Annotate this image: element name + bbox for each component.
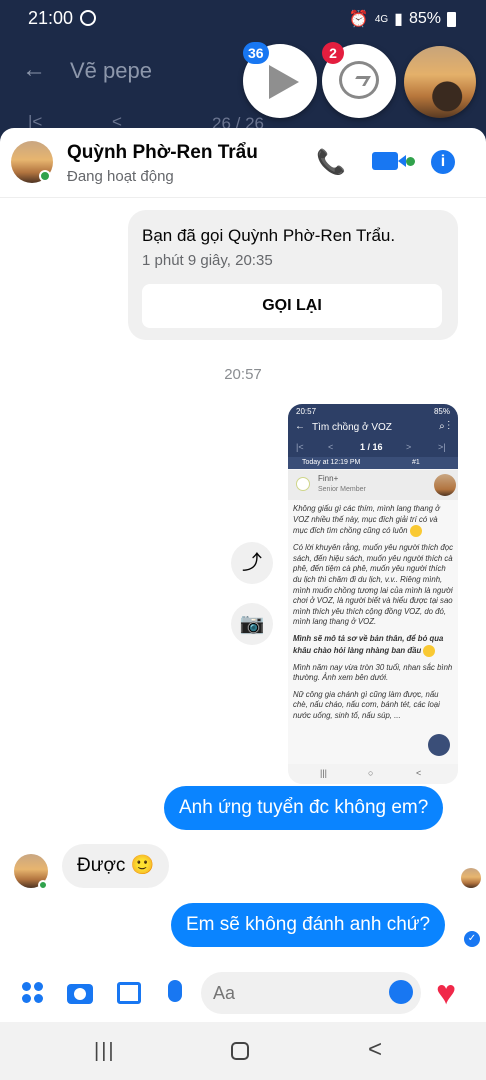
screenshot-user-photo	[434, 474, 456, 496]
call-back-button[interactable]: GỌI LẠI	[142, 284, 442, 328]
screenshot-back-icon: ←	[295, 421, 305, 432]
screenshot-toolbar-icons: ⌕ ⋮	[439, 421, 450, 432]
contact-name[interactable]: Quỳnh Phờ-Ren Trẩu	[67, 142, 258, 164]
blush-emoji-icon	[409, 525, 422, 538]
online-indicator	[39, 170, 51, 182]
battery-label: 85%	[408, 10, 441, 27]
alarm-icon: ⏰	[348, 11, 369, 28]
chat-window: Quỳnh Phờ-Ren Trẩu Đang hoạt động 📞 i Bạ…	[0, 128, 486, 1028]
message-composer: ♥	[0, 966, 486, 1028]
network-label: 4G	[374, 13, 389, 25]
messenger-notification-icon	[80, 10, 96, 26]
message-bubble-out[interactable]: Anh ứng tuyển đc không em?	[164, 786, 444, 830]
phone-icon[interactable]: 📞	[316, 148, 346, 177]
chat-header: Quỳnh Phờ-Ren Trẩu Đang hoạt động 📞 i	[0, 128, 486, 198]
background-title: Vẽ pepe	[70, 58, 152, 83]
heart-icon[interactable]: ♥	[436, 974, 456, 1012]
video-badge: 36	[243, 42, 269, 64]
delivered-check-icon: ✓	[464, 931, 480, 947]
video-active-dot	[406, 157, 415, 166]
contact-chat-head[interactable]	[404, 46, 476, 118]
system-nav-bar: ||| <	[0, 1022, 486, 1080]
screenshot-post-body: Không giấu gì các thím, mình lang thang …	[289, 504, 457, 762]
camera-icon[interactable]: 📷	[231, 603, 273, 645]
screenshot-post-number: #1	[412, 459, 420, 466]
play-icon	[269, 65, 299, 99]
screenshot-paragraph: Có lời khuyên rằng, muốn yêu người thích…	[293, 543, 453, 627]
signal-icon: ▮	[394, 11, 403, 28]
battery-icon	[447, 11, 456, 27]
screenshot-user-rank: Senior Member	[318, 486, 366, 493]
screenshot-pagination: |< < 1 / 16 > >|	[296, 442, 446, 452]
shared-screenshot-image[interactable]: 20:57 85% ← Tìm chồng ở VOZ ⌕ ⋮ |< < 1 / …	[288, 404, 458, 784]
screenshot-fab-icon	[428, 734, 450, 756]
screenshot-paragraph: Nữ công gia chánh gì cũng làm được, nấu …	[293, 689, 440, 720]
back-arrow-icon[interactable]: ←	[22, 56, 46, 84]
camera-icon[interactable]	[67, 984, 93, 1004]
emoji-icon[interactable]	[389, 980, 413, 1004]
message-bubble-out[interactable]: Em sẽ không đánh anh chứ?	[171, 903, 446, 947]
status-bar: 21:00 ⏰ 4G ▮ 85%	[0, 0, 486, 36]
screenshot-title: Tìm chồng ở VOZ	[312, 422, 392, 433]
message-bubble-in[interactable]: Được 🙂	[62, 844, 170, 888]
contact-status: Đang hoạt động	[67, 168, 174, 185]
call-summary-card: Bạn đã gọi Quỳnh Phờ-Ren Trẩu. 1 phút 9 …	[128, 210, 458, 340]
screenshot-post-time: Today at 12:19 PM	[302, 459, 361, 466]
gallery-icon[interactable]	[117, 982, 141, 1004]
grin-emoji-icon	[423, 644, 436, 657]
messenger-icon	[339, 61, 379, 99]
apps-grid-icon[interactable]	[22, 982, 44, 1004]
microphone-icon[interactable]	[168, 980, 182, 1002]
screenshot-username: Finn+	[318, 474, 339, 483]
back-icon[interactable]: <	[368, 1036, 382, 1064]
online-indicator	[38, 880, 48, 890]
video-call-icon[interactable]	[372, 152, 406, 170]
status-time: 21:00	[28, 8, 74, 28]
screenshot-status-battery: 85%	[433, 407, 450, 416]
seen-avatar	[461, 868, 481, 888]
status-right: ⏰ 4G ▮ 85%	[349, 9, 456, 29]
call-title: Bạn đã gọi Quỳnh Phờ-Ren Trẩu.	[142, 226, 396, 245]
info-icon[interactable]: i	[431, 150, 455, 174]
call-duration: 1 phút 9 giây, 20:35	[142, 252, 273, 269]
screenshot-user-row: Finn+ Senior Member	[288, 470, 458, 500]
screenshot-navbar: ||| ○ <	[288, 764, 458, 784]
screenshot-page: 1 / 16	[360, 442, 383, 452]
screenshot-paragraph: Mình năm nay vừa tròn 30 tuổi, nhan sắc …	[293, 662, 453, 683]
home-icon[interactable]	[231, 1042, 249, 1060]
screenshot-post-meta: Today at 12:19 PM #1	[288, 457, 458, 469]
share-icon[interactable]: ⤴	[231, 542, 273, 584]
recents-icon[interactable]: |||	[94, 1040, 116, 1063]
screenshot-user-avatar	[296, 477, 310, 491]
screenshot-status-time: 20:57	[296, 407, 317, 416]
message-input[interactable]	[201, 972, 421, 1014]
message-timestamp: 20:57	[224, 366, 262, 383]
screenshot-paragraph: Mình sẽ mô tả sơ về bản thân, để bỏ qua …	[293, 633, 444, 655]
messenger-badge: 2	[322, 42, 344, 64]
